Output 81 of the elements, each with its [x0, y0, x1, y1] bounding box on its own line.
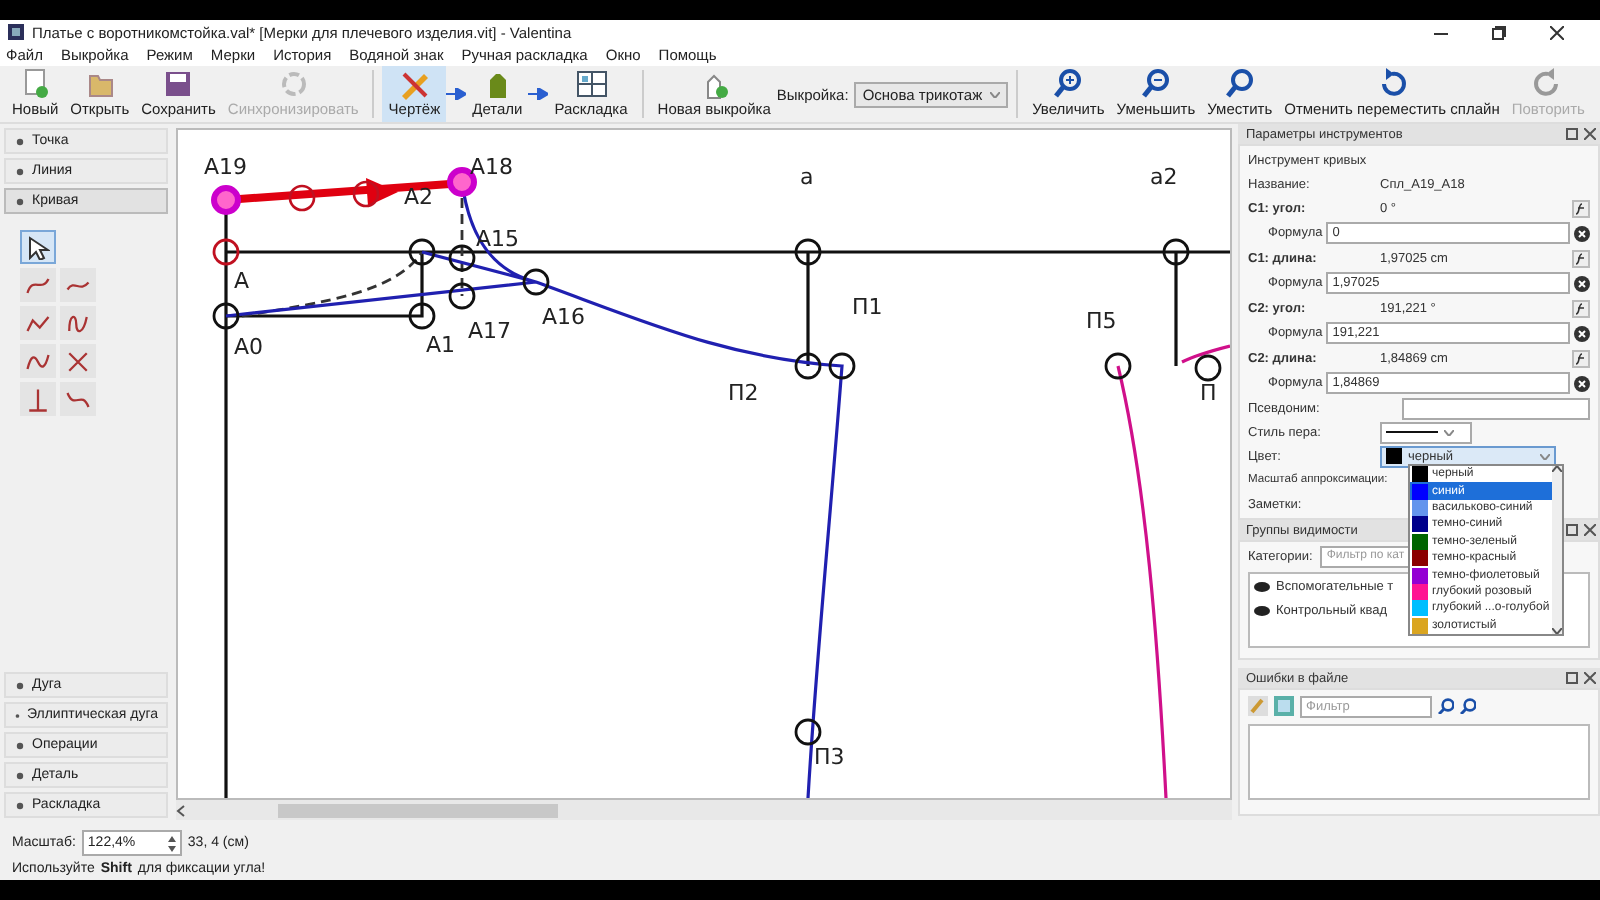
point-label: а [800, 164, 814, 190]
point-label: A19 [204, 154, 248, 180]
pattern-point[interactable] [408, 238, 436, 266]
curve-icon [64, 347, 92, 375]
point-label: П2 [728, 380, 759, 406]
scroll-up-icon [1551, 466, 1562, 472]
pattern-point[interactable] [828, 352, 856, 380]
pattern-point[interactable] [408, 302, 436, 330]
tool-icon [398, 68, 431, 100]
horizontal-scrollbar[interactable] [176, 800, 1232, 820]
group-icon [14, 799, 26, 811]
pattern-point[interactable] [448, 282, 476, 310]
line-style-icon [1386, 428, 1438, 436]
point-label: П3 [814, 744, 845, 770]
point-label: A0 [234, 334, 264, 360]
tool-icon [1139, 68, 1172, 100]
point-label: П5 [1086, 308, 1117, 334]
pattern-point[interactable] [212, 238, 240, 266]
pattern-point[interactable] [794, 718, 822, 746]
tool-button[interactable] [20, 230, 56, 264]
pointer-icon [26, 235, 50, 259]
pattern-point[interactable] [794, 352, 822, 380]
app-logo-icon [8, 24, 24, 40]
tool-icon [162, 68, 195, 100]
group-icon [14, 135, 26, 147]
clear-icon[interactable] [1574, 275, 1590, 291]
maximize-icon[interactable] [1492, 25, 1506, 39]
group-icon [14, 195, 26, 207]
pattern-point[interactable] [794, 238, 822, 266]
tool-icon [1223, 68, 1256, 100]
clear-icon[interactable] [1574, 225, 1590, 241]
search-icon[interactable] [1460, 698, 1476, 714]
pattern-point[interactable] [1194, 354, 1222, 382]
vertical-scrollbar[interactable] [1551, 466, 1562, 634]
group-icon [14, 739, 26, 751]
point-label: A [234, 268, 250, 294]
caret-icon [1540, 453, 1550, 459]
curve-icon [24, 385, 52, 413]
formula-button-icon[interactable] [1572, 349, 1590, 367]
point-label: A17 [468, 318, 512, 344]
group-icon [14, 679, 26, 691]
clear-icon[interactable] [1574, 375, 1590, 391]
close-icon[interactable] [1584, 128, 1596, 140]
tool-icon [1052, 68, 1085, 100]
close-icon[interactable] [1550, 25, 1564, 39]
formula-button-icon[interactable] [1572, 299, 1590, 317]
spin-arrows-icon [167, 835, 176, 851]
pattern-point[interactable] [448, 244, 476, 272]
alias-field[interactable] [1402, 397, 1590, 419]
pattern-point[interactable] [212, 302, 240, 330]
formula-button-icon[interactable] [1572, 249, 1590, 267]
point-label: A18 [470, 154, 514, 180]
pen-style-dropdown[interactable] [1380, 421, 1472, 443]
pattern-point[interactable] [522, 268, 550, 296]
close-icon[interactable] [1584, 672, 1596, 684]
point-label: а2 [1150, 164, 1178, 190]
scrollbar-thumb[interactable] [278, 803, 558, 817]
point-label: A16 [542, 304, 586, 330]
group-icon [14, 165, 26, 177]
formula-button-icon[interactable] [1572, 199, 1590, 217]
pattern-point[interactable] [1104, 352, 1132, 380]
arrow-icon [528, 88, 549, 100]
float-icon[interactable] [1566, 128, 1578, 140]
float-icon[interactable] [1566, 524, 1578, 536]
tool-icon [277, 68, 310, 100]
pattern-point[interactable] [1162, 238, 1190, 266]
point-label: A1 [426, 332, 456, 358]
tool-icon [575, 68, 607, 100]
search-icon[interactable] [1438, 698, 1454, 714]
float-icon[interactable] [1566, 672, 1578, 684]
caret-icon [990, 91, 1001, 97]
clear-icon[interactable] [1574, 325, 1590, 341]
close-icon[interactable] [1584, 524, 1596, 536]
point-label: A2 [404, 184, 434, 210]
group-icon [14, 769, 26, 781]
point-label: П1 [852, 294, 883, 320]
scroll-left-icon [176, 803, 188, 817]
arrow-icon [446, 88, 467, 100]
caret-icon [1444, 429, 1454, 435]
point-label: П [1200, 380, 1217, 406]
scroll-down-icon [1551, 627, 1562, 634]
